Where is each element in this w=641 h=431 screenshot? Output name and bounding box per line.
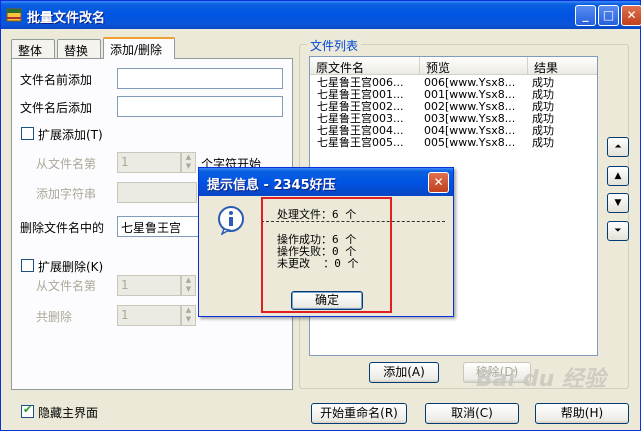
dialog-title-bar[interactable]: 提示信息 - 2345好压 ✕ — [199, 168, 453, 196]
del-from-spinner[interactable]: ▲ ▼ — [181, 275, 196, 296]
highlight-box — [261, 197, 392, 313]
list-row[interactable]: 七星鲁王宫003... 003[www.Ysx8... 成功 — [310, 113, 597, 125]
row-result: 成功 — [532, 113, 554, 125]
column-header-preview[interactable]: 预览 — [420, 57, 528, 75]
row-original-name: 七星鲁王宫003... — [317, 113, 404, 125]
list-row[interactable]: 七星鲁王宫001... 001[www.Ysx8... 成功 — [310, 89, 597, 101]
move-up-button[interactable]: ▲ — [607, 166, 629, 186]
column-header-original[interactable]: 原文件名 — [310, 57, 420, 75]
info-icon — [218, 206, 244, 235]
app-icon — [6, 8, 22, 22]
row-result: 成功 — [532, 101, 554, 113]
row-preview: 003[www.Ysx8... — [424, 113, 516, 125]
minimize-button[interactable]: _ — [575, 5, 596, 26]
add-string-label: 添加字符串 — [36, 187, 97, 201]
add-button[interactable]: 添加(A) — [369, 362, 439, 383]
list-row[interactable]: 七星鲁王宫002... 002[www.Ysx8... 成功 — [310, 101, 597, 113]
suffix-input[interactable] — [117, 96, 283, 117]
hide-main-checkbox[interactable] — [21, 403, 34, 418]
del-from-input[interactable]: 1 — [117, 275, 181, 296]
delete-in-name-input[interactable]: 七星鲁王宫 — [117, 216, 207, 237]
ext-add-label: 扩展添加(T) — [38, 128, 103, 142]
title-bar[interactable]: 批量文件改名 _ □ ✕ — [1, 1, 641, 29]
row-preview: 001[www.Ysx8... — [424, 89, 516, 101]
row-original-name: 七星鲁王宫006... — [317, 77, 404, 89]
cancel-button[interactable]: 取消(C) — [425, 403, 519, 424]
move-top-button[interactable]: ⏶ — [607, 137, 629, 157]
del-total-label: 共删除 — [36, 310, 73, 324]
list-row[interactable]: 七星鲁王宫005... 005[www.Ysx8... 成功 — [310, 137, 597, 149]
row-preview: 006[www.Ysx8... — [424, 77, 516, 89]
list-row[interactable]: 七星鲁王宫004... 004[www.Ysx8... 成功 — [310, 125, 597, 137]
list-row[interactable]: 七星鲁王宫006... 006[www.Ysx8... 成功 — [310, 77, 597, 89]
row-result: 成功 — [532, 125, 554, 137]
prefix-input[interactable] — [117, 68, 283, 89]
ext-delete-label: 扩展删除(K) — [38, 260, 104, 274]
row-result: 成功 — [532, 77, 554, 89]
maximize-button[interactable]: □ — [598, 5, 619, 26]
del-total-input[interactable]: 1 — [117, 305, 181, 326]
ext-delete-checkbox[interactable] — [21, 259, 34, 272]
suffix-label: 文件名后添加 — [20, 101, 93, 115]
list-header: 原文件名 预览 结果 — [310, 57, 597, 75]
ext-add-checkbox[interactable] — [21, 127, 34, 140]
column-header-result[interactable]: 结果 — [528, 57, 597, 75]
close-button[interactable]: ✕ — [621, 5, 641, 26]
tab-add-delete[interactable]: 添加/删除 — [103, 37, 175, 59]
start-rename-button[interactable]: 开始重命名(R) — [311, 403, 407, 424]
row-original-name: 七星鲁王宫005... — [317, 137, 404, 149]
row-original-name: 七星鲁王宫004... — [317, 125, 404, 137]
file-list-title: 文件列表 — [307, 37, 362, 54]
del-from-label: 从文件名第 — [36, 279, 97, 293]
from-pos-input[interactable]: 1 — [117, 152, 181, 173]
row-preview: 004[www.Ysx8... — [424, 125, 516, 137]
row-original-name: 七星鲁王宫001... — [317, 89, 404, 101]
info-dialog: 提示信息 - 2345好压 ✕ 处理文件：6 个 操作成功：6 个 操作失败：0… — [198, 167, 454, 317]
move-down-button[interactable]: ▼ — [607, 193, 629, 213]
tab-overall[interactable]: 整体 — [11, 39, 55, 58]
move-bottom-button[interactable]: ⏷ — [607, 221, 629, 241]
dialog-title: 提示信息 - 2345好压 — [207, 178, 336, 193]
row-preview: 005[www.Ysx8... — [424, 137, 516, 149]
watermark: Bai du 经验 — [476, 367, 606, 392]
prefix-label: 文件名前添加 — [20, 73, 93, 87]
row-original-name: 七星鲁王宫002... — [317, 101, 404, 113]
row-result: 成功 — [532, 89, 554, 101]
delete-in-name-label: 删除文件名中的 — [20, 221, 105, 235]
row-preview: 002[www.Ysx8... — [424, 101, 516, 113]
from-pos-label: 从文件名第 — [36, 157, 97, 171]
row-result: 成功 — [532, 137, 554, 149]
del-total-spinner[interactable]: ▲ ▼ — [181, 305, 196, 326]
tab-replace[interactable]: 替换 — [57, 39, 101, 58]
hide-main-label: 隐藏主界面 — [38, 406, 99, 420]
window-title: 批量文件改名 — [27, 11, 106, 26]
dialog-close-button[interactable]: ✕ — [428, 172, 449, 193]
add-string-input[interactable] — [117, 182, 197, 203]
from-pos-spinner[interactable]: ▲ ▼ — [181, 152, 196, 173]
help-button[interactable]: 帮助(H) — [535, 403, 629, 424]
